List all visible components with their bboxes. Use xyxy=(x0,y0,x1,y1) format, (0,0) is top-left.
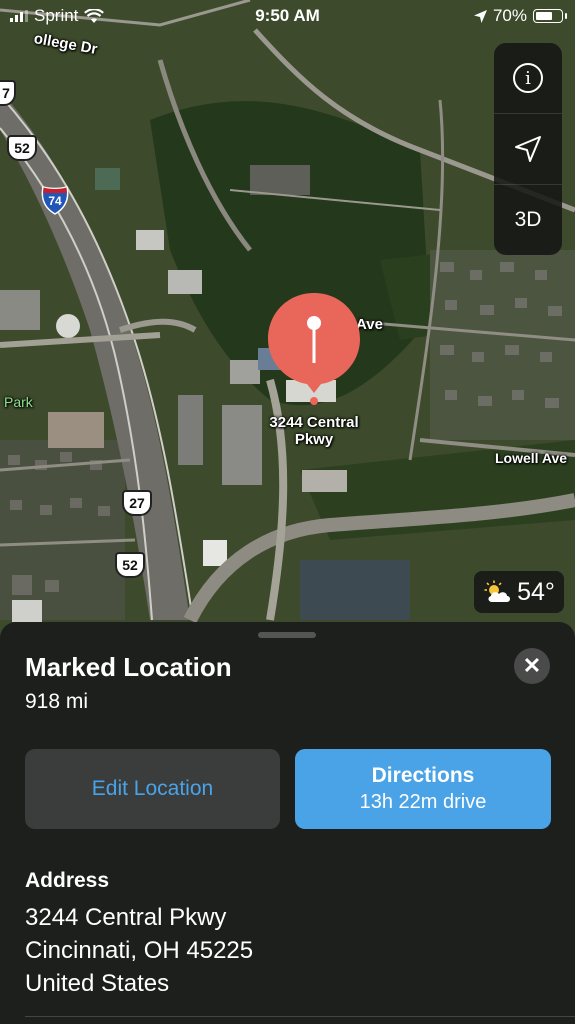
directions-label: Directions xyxy=(371,764,475,787)
pin-label-line2: Pkwy xyxy=(294,431,334,448)
edit-location-label: Edit Location xyxy=(91,777,214,800)
close-icon: ✕ xyxy=(522,653,542,678)
status-right: 70% xyxy=(473,6,567,26)
sheet-grabber[interactable] xyxy=(258,632,316,638)
3d-button[interactable]: 3D xyxy=(494,185,562,255)
address-country: United States xyxy=(25,970,170,997)
shield-number: 74 xyxy=(48,194,62,208)
location-card: Marked Location 918 mi ✕ Edit Location D… xyxy=(0,622,575,1024)
pin-address-label: 3244 Central Pkwy xyxy=(240,414,388,448)
track-location-button[interactable] xyxy=(494,114,562,185)
battery-icon xyxy=(533,9,567,23)
map-pin-icon xyxy=(268,293,360,405)
close-button[interactable]: ✕ xyxy=(514,648,550,684)
us-52-shield-bottom: 52 xyxy=(115,552,145,578)
us-52-shield: 52 xyxy=(7,135,37,161)
park-label: Park xyxy=(4,394,33,410)
info-icon: i xyxy=(513,63,543,93)
navigation-arrow-icon xyxy=(515,136,541,162)
address-street: 3244 Central Pkwy xyxy=(25,904,227,931)
address-city: Cincinnati, OH 45225 xyxy=(25,937,254,964)
battery-percent: 70% xyxy=(492,6,527,25)
battery-fill xyxy=(536,12,553,20)
address-block[interactable]: 3244 Central Pkwy Cincinnati, OH 45225 U… xyxy=(25,901,253,1000)
directions-button[interactable]: Directions 13h 22m drive xyxy=(295,749,551,829)
location-arrow-icon xyxy=(473,9,487,23)
info-button[interactable]: i xyxy=(494,43,562,114)
marked-location-pin[interactable] xyxy=(267,293,361,410)
street-label-lowell-ave: Lowell Ave xyxy=(495,450,568,466)
shield-number: 52 xyxy=(122,557,138,573)
pin-label-line1: 3244 Central xyxy=(269,414,359,431)
3d-label: 3D xyxy=(514,208,542,231)
temperature: 54° xyxy=(517,577,555,606)
edit-location-button[interactable]: Edit Location xyxy=(25,749,280,829)
shield-number: 7 xyxy=(2,85,10,101)
address-header: Address xyxy=(25,869,110,892)
interstate-74-shield: 74 xyxy=(40,185,70,220)
status-bar: Sprint 9:50 AM 70% xyxy=(0,0,575,34)
directions-duration: 13h 22m drive xyxy=(359,791,487,813)
partly-cloudy-icon xyxy=(484,580,511,602)
location-title: Marked Location xyxy=(25,652,232,682)
divider xyxy=(25,1016,575,1017)
shield-number: 52 xyxy=(14,140,30,156)
us-27-shield: 27 xyxy=(122,490,152,516)
weather-badge[interactable]: 54° xyxy=(474,571,564,613)
shield-number: 27 xyxy=(129,495,145,511)
location-distance: 918 mi xyxy=(25,690,89,713)
map-controls: i 3D xyxy=(494,43,562,255)
